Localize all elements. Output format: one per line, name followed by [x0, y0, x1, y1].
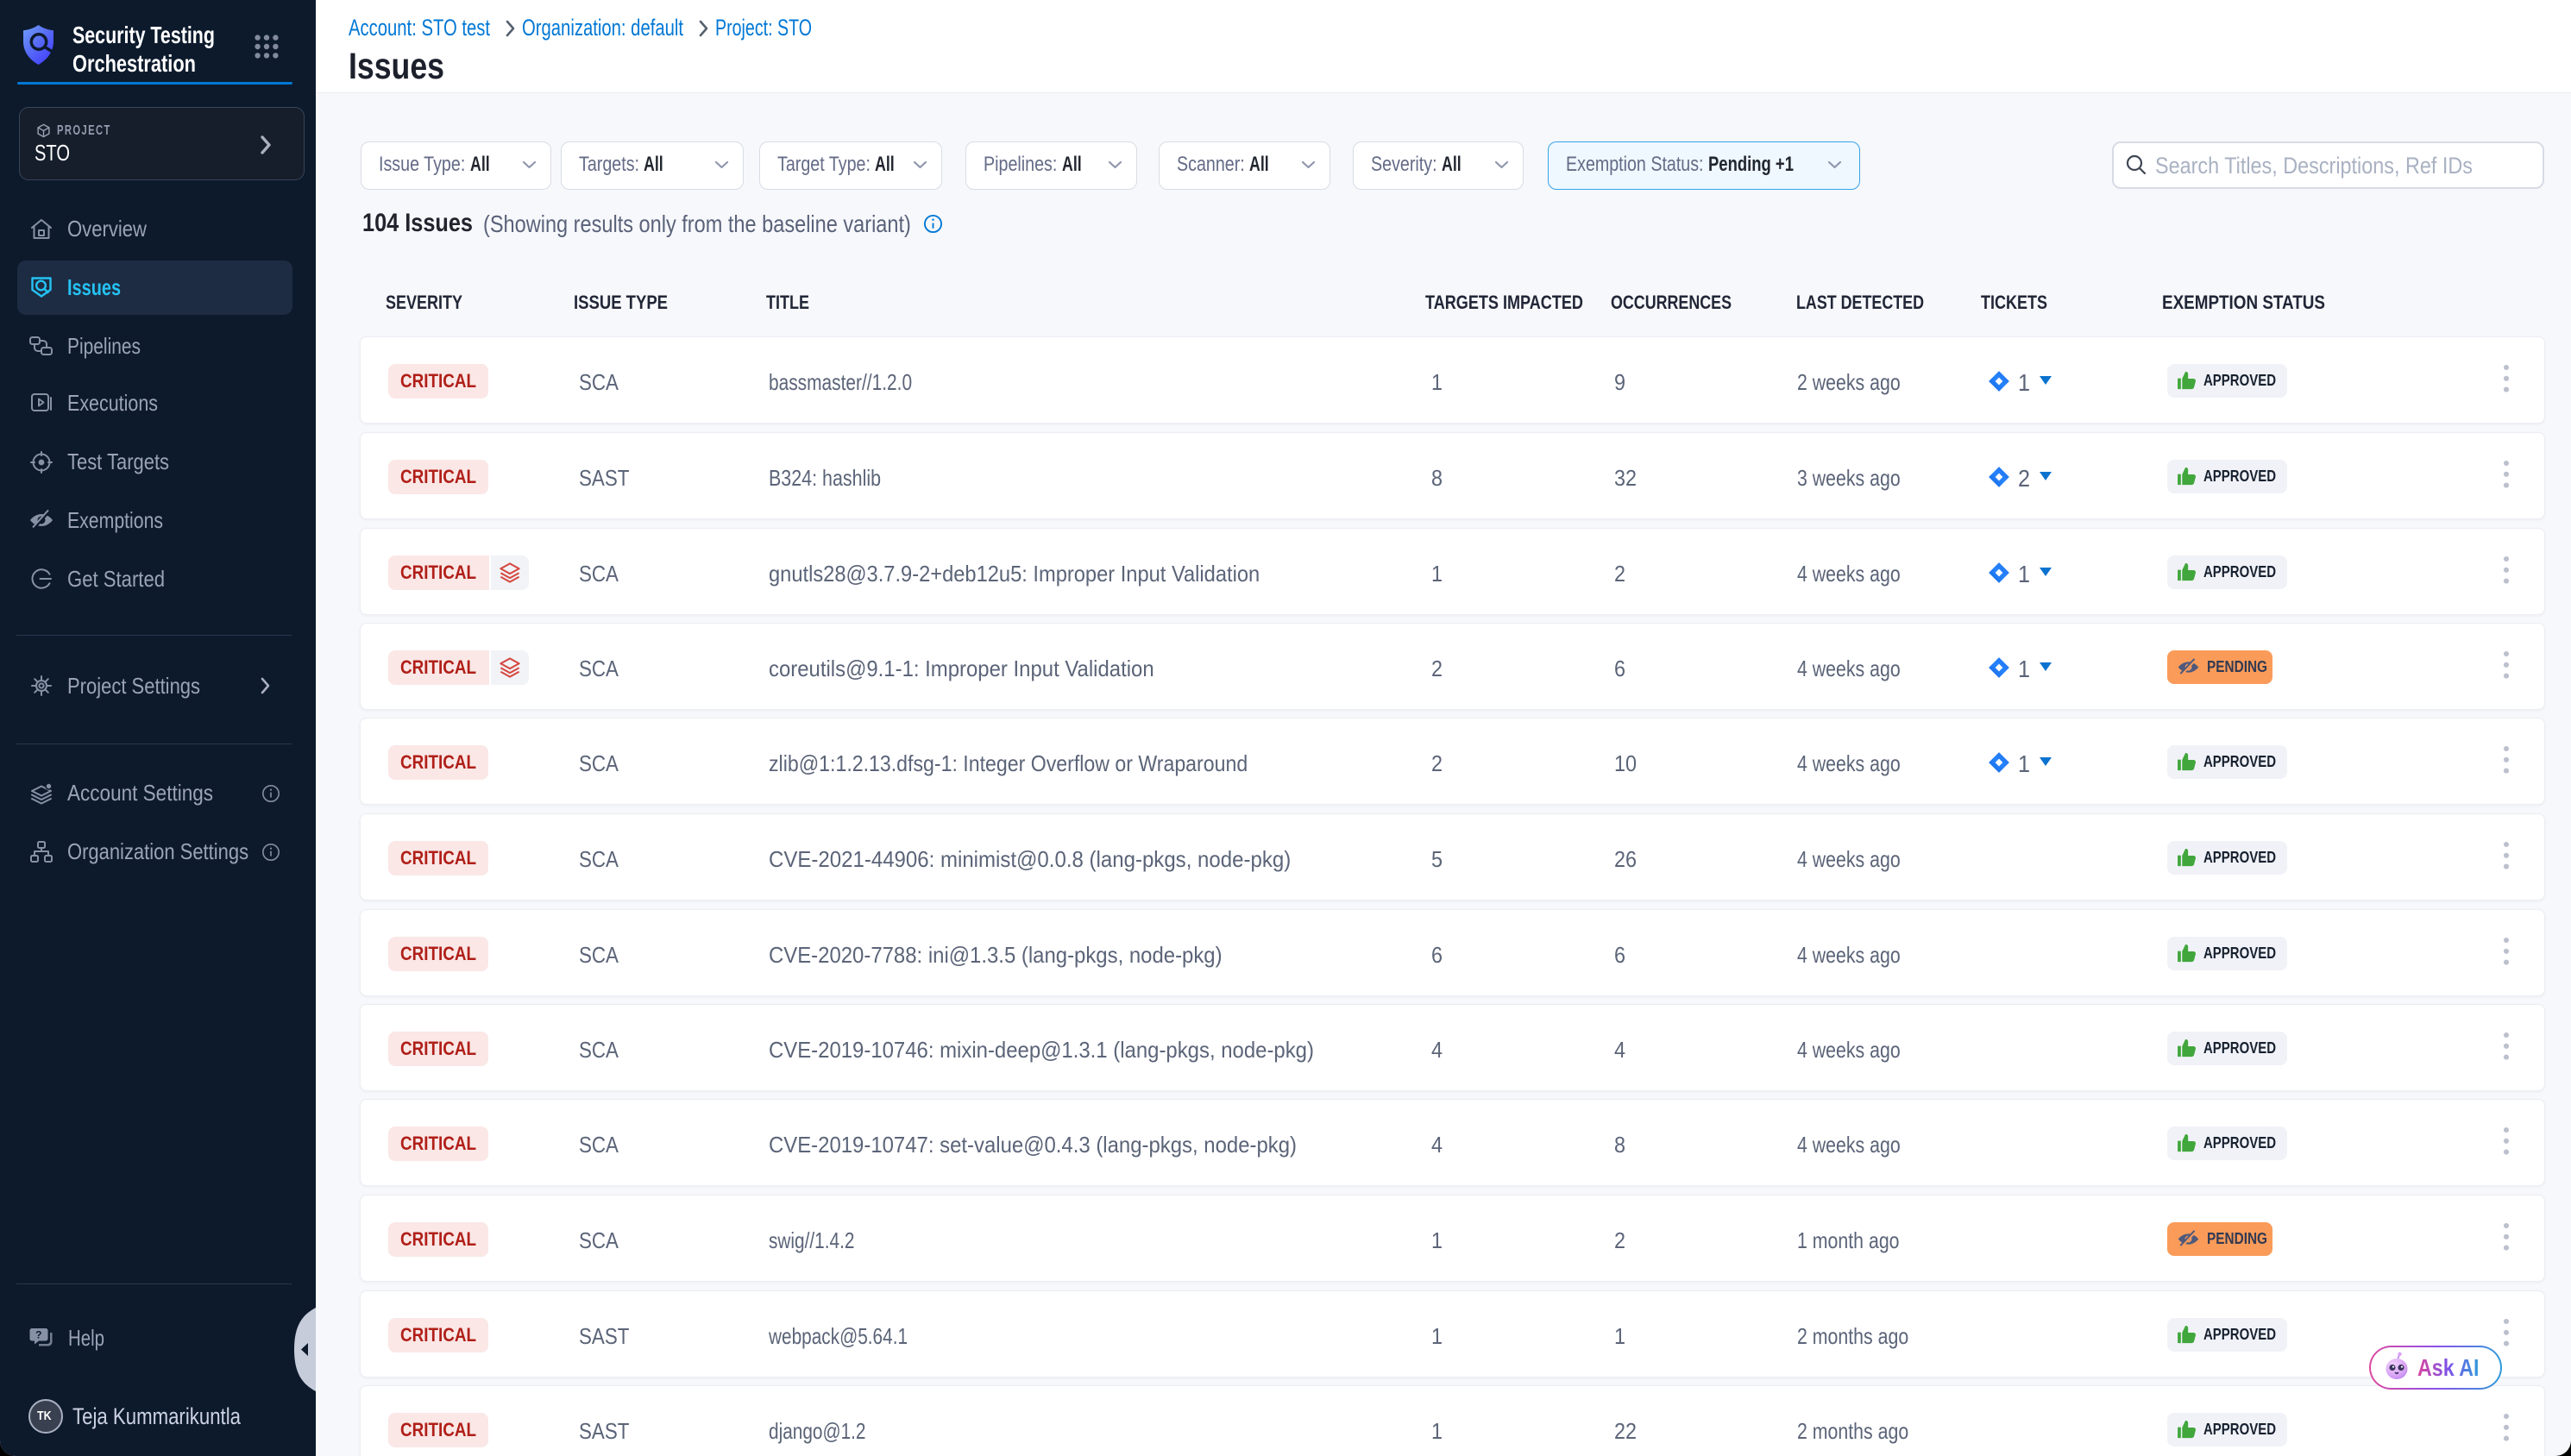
svg-text:?: ? [35, 1329, 41, 1341]
